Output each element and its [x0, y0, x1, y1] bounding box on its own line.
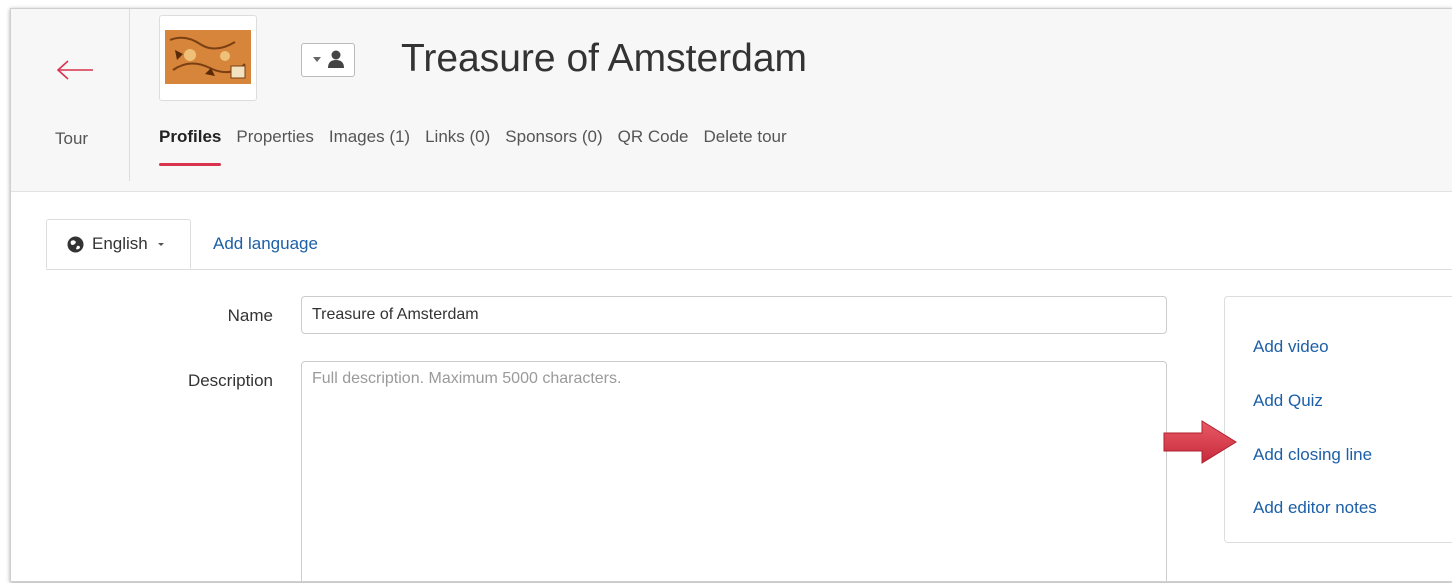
add-editor-notes-link[interactable]: Add editor notes — [1253, 498, 1377, 518]
name-field[interactable] — [301, 296, 1167, 334]
tour-header: Tour Treasure of Amsterdam Profiles Prop… — [11, 9, 1452, 192]
language-selector[interactable]: English — [46, 219, 191, 269]
back-label: Tour — [55, 129, 89, 148]
add-closing-line-link[interactable]: Add closing line — [1253, 445, 1372, 465]
tour-editor-window: Tour Treasure of Amsterdam Profiles Prop… — [10, 8, 1452, 582]
tab-qr-code[interactable]: QR Code — [618, 127, 689, 147]
tab-links[interactable]: Links (0) — [425, 127, 490, 147]
tab-delete-tour[interactable]: Delete tour — [703, 127, 786, 147]
tour-thumbnail[interactable] — [159, 15, 257, 101]
add-language-link[interactable]: Add language — [213, 234, 318, 254]
tab-sponsors[interactable]: Sponsors (0) — [505, 127, 602, 147]
back-column: Tour — [11, 9, 130, 181]
globe-icon — [67, 236, 84, 252]
name-label: Name — [227, 306, 273, 325]
red-arrow-icon — [1163, 420, 1237, 464]
tab-images[interactable]: Images (1) — [329, 127, 410, 147]
add-quiz-link[interactable]: Add Quiz — [1253, 391, 1323, 411]
caret-down-icon — [157, 243, 164, 246]
arrow-left-icon[interactable] — [55, 59, 95, 81]
add-video-link[interactable]: Add video — [1253, 337, 1329, 357]
description-field[interactable] — [301, 361, 1167, 581]
user-icon — [313, 50, 344, 68]
content-options-panel: Add video Add Quiz Add closing line Add … — [1224, 296, 1452, 543]
avatar-picker[interactable] — [301, 43, 355, 77]
description-label: Description — [187, 371, 273, 390]
tour-tabs: Profiles Properties Images (1) Links (0)… — [159, 127, 787, 166]
tab-properties[interactable]: Properties — [236, 127, 313, 147]
tab-profiles[interactable]: Profiles — [159, 127, 222, 166]
page-title: Treasure of Amsterdam — [401, 37, 808, 80]
treasure-map-image — [165, 30, 251, 84]
language-bar: English Add language — [46, 219, 1452, 270]
language-selected: English — [92, 234, 148, 253]
